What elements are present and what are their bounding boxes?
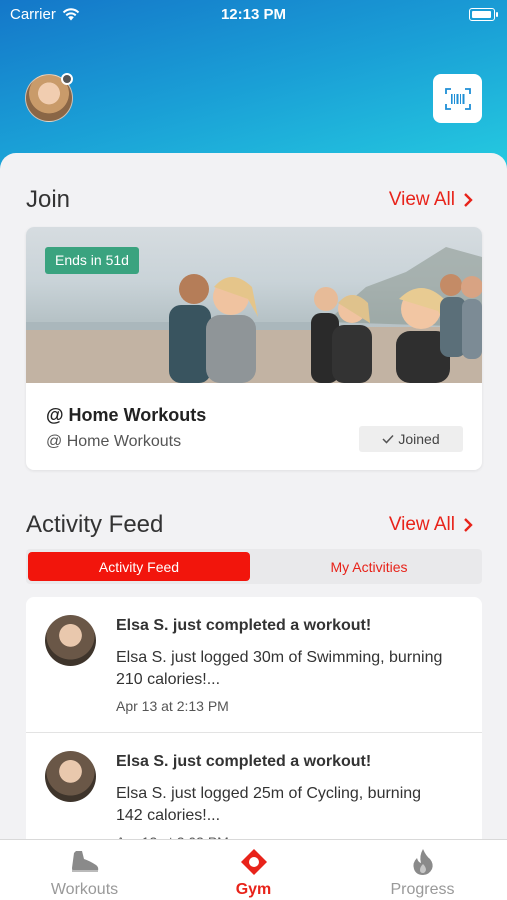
gym-location-icon <box>239 848 269 876</box>
challenge-photo: Ends in 51d <box>26 227 482 383</box>
challenge-subtitle: @ Home Workouts <box>46 433 182 450</box>
challenge-name: @ Home Workouts <box>46 405 207 425</box>
tab-gym[interactable]: Gym <box>169 840 338 900</box>
feed-item-text: Elsa S. just logged 30m of Swimming, bur… <box>116 649 443 688</box>
battery-icon <box>469 8 498 21</box>
ends-in-badge: Ends in 51d <box>45 247 139 274</box>
activity-segmented-control: Activity Feed My Activities <box>26 549 482 584</box>
status-time: 12:13 PM <box>220 6 287 23</box>
chevron-right-icon <box>464 193 473 207</box>
barcode-scan-icon <box>444 87 471 110</box>
tab-workouts[interactable]: Workouts <box>0 840 169 900</box>
user-avatar <box>45 751 96 802</box>
activity-section-title: Activity Feed <box>26 511 164 538</box>
battery-level <box>472 11 491 18</box>
tab-label: Gym <box>235 881 272 898</box>
joined-button[interactable]: Joined <box>359 426 463 452</box>
activity-view-all-link[interactable]: View All <box>389 514 473 536</box>
tab-progress[interactable]: Progress <box>338 840 507 900</box>
bottom-tab-bar: Workouts Gym Progress <box>0 839 507 900</box>
tab-activity-feed[interactable]: Activity Feed <box>28 552 250 581</box>
user-avatar <box>45 615 96 666</box>
join-view-all-link[interactable]: View All <box>389 189 473 211</box>
shoe-icon <box>70 848 100 876</box>
challenge-card[interactable]: Ends in 51d @ Home Workouts @ Home Worko… <box>26 227 482 470</box>
join-section-title: Join <box>26 186 71 213</box>
feed-item-title: Elsa S. just completed a workout! <box>116 753 372 770</box>
feed-item[interactable]: Elsa S. just completed a workout! Elsa S… <box>26 597 482 733</box>
status-bar: Carrier 12:13 PM <box>0 0 507 30</box>
joined-label: Joined <box>398 431 440 447</box>
checkmark-icon <box>382 434 394 444</box>
tab-my-activities[interactable]: My Activities <box>258 552 480 581</box>
tab-label: Workouts <box>50 881 119 898</box>
feed-item-text: Elsa S. just logged 25m of Cycling, burn… <box>116 785 422 824</box>
chevron-right-icon <box>464 518 473 532</box>
barcode-scan-button[interactable] <box>433 74 482 123</box>
tab-label: Progress <box>390 881 455 898</box>
feed-item-time: Apr 13 at 2:13 PM <box>116 698 229 714</box>
status-dot <box>61 73 73 85</box>
flame-icon <box>408 848 438 876</box>
activity-feed-list: Elsa S. just completed a workout! Elsa S… <box>26 597 482 857</box>
feed-item-title: Elsa S. just completed a workout! <box>116 617 372 634</box>
